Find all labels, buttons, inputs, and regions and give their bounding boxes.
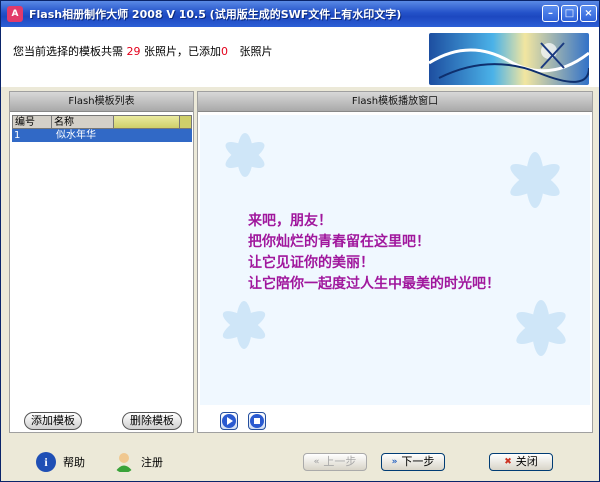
next-step-button[interactable]: » 下一步 [381,453,445,471]
help-link[interactable]: i 帮助 [35,451,85,473]
decorative-banner [429,33,589,85]
column-header-name[interactable]: 名称 [52,115,114,129]
poem-line: 让它陪你一起度过人生中最美的时光吧！ [248,276,500,292]
template-preview-panel: Flash模板播放窗口 来吧，朋友！ 把你灿烂的青春留在这里吧！ 让它见证你的美… [197,91,593,433]
close-window-button[interactable]: × [580,5,597,22]
stop-icon [250,414,264,428]
double-left-arrow-icon: « [313,457,320,467]
close-button[interactable]: ✖ 关闭 [489,453,553,471]
help-label: 帮助 [63,456,85,469]
poem-line: 让它见证你的美丽！ [248,255,374,271]
column-header-filler [114,115,180,129]
flower-icon [225,133,265,177]
maximize-button[interactable]: □ [561,5,578,22]
double-right-arrow-icon: » [391,457,398,467]
template-preview-title: Flash模板播放窗口 [198,92,592,112]
poem-line: 把你灿烂的青春留在这里吧！ [248,234,430,250]
template-list-panel: Flash模板列表 编号 名称 1 似水年华 添加模板 删除模板 [9,91,194,433]
close-label: 关闭 [515,455,538,468]
prev-step-button[interactable]: « 上一步 [303,453,367,471]
list-header: 编号 名称 [12,115,192,129]
status-line: 您当前选择的模板共需 29 张照片，已添加0 张照片 [13,43,273,59]
next-step-label: 下一步 [401,455,435,468]
row-id: 1 [14,130,21,141]
maximize-icon: □ [564,8,575,19]
column-header-id[interactable]: 编号 [12,115,52,129]
add-template-button[interactable]: 添加模板 [24,412,82,430]
close-x-icon: ✖ [504,457,512,467]
poem-text: 来吧，朋友！ 把你灿烂的青春留在这里吧！ 让它见证你的美丽！ 让它陪你一起度过人… [248,211,500,295]
column-header-end [180,115,192,129]
title-bar[interactable]: A Flash相册制作大师 2008 V 10.5 (试用版生成的SWF文件上有… [1,1,599,27]
flower-icon [222,301,266,349]
status-mid: 张照片，已添加 [144,45,221,58]
status-suffix: 张照片 [239,45,273,58]
help-icon: i [36,452,56,472]
table-row[interactable]: 1 似水年华 [12,129,192,142]
user-icon [115,453,133,472]
flower-icon [516,300,566,356]
added-count: 0 [221,45,228,58]
flower-icon [510,152,560,208]
play-icon [222,414,236,428]
status-prefix: 您当前选择的模板共需 [13,45,123,58]
stop-button[interactable] [248,412,266,430]
footer-bar: i 帮助 注册 « 上一步 » 下一步 ✖ 关闭 [1,441,599,481]
delete-template-button[interactable]: 删除模板 [122,412,182,430]
template-list[interactable]: 编号 名称 1 似水年华 [12,115,192,405]
banner-art-icon [429,42,589,83]
play-button[interactable] [220,412,238,430]
minimize-icon: – [548,8,553,19]
app-icon: A [7,6,23,22]
template-list-title: Flash模板列表 [10,92,193,112]
app-window: A Flash相册制作大师 2008 V 10.5 (试用版生成的SWF文件上有… [0,0,600,482]
row-name: 似水年华 [56,130,96,141]
close-icon: × [584,8,593,19]
register-label: 注册 [141,456,163,469]
window-title: Flash相册制作大师 2008 V 10.5 (试用版生成的SWF文件上有水印… [29,8,402,21]
prev-step-label: 上一步 [323,455,357,468]
flash-preview-stage: 来吧，朋友！ 把你灿烂的青春留在这里吧！ 让它见证你的美丽！ 让它陪你一起度过人… [200,115,590,405]
required-count: 29 [126,45,141,58]
minimize-button[interactable]: – [542,5,559,22]
register-link[interactable]: 注册 [113,451,163,473]
poem-line: 来吧，朋友！ [248,213,332,229]
